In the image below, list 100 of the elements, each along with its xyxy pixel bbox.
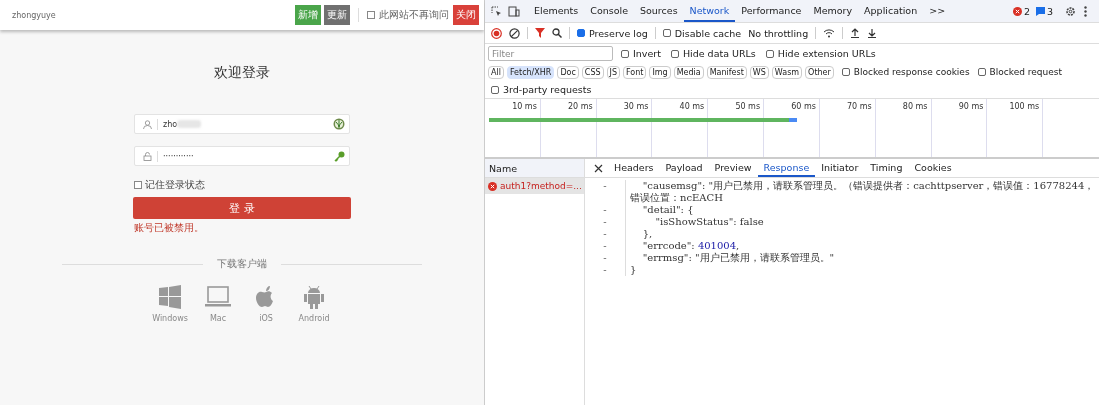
inspect-icon[interactable] (491, 5, 502, 17)
message-icon[interactable] (1035, 6, 1045, 16)
line-marker: - (602, 240, 608, 252)
close-button[interactable]: 关闭 (453, 5, 479, 25)
type-filter-chip[interactable]: Manifest (706, 65, 747, 79)
stop-recording-icon[interactable] (491, 27, 502, 39)
detail-tab[interactable]: Initiator (815, 159, 865, 177)
error-icon[interactable] (1012, 6, 1022, 16)
request-name: auth1?method=... (500, 181, 582, 191)
code-line: "isShowStatus": false (654, 216, 764, 227)
upload-icon[interactable] (850, 28, 861, 38)
checkbox-label: Blocked request (989, 67, 1062, 77)
checkbox-label: Hide data URLs (682, 48, 756, 59)
checkbox[interactable] (367, 11, 375, 19)
close-icon[interactable] (594, 163, 603, 173)
message-count: 3 (1046, 5, 1053, 17)
line-marker: - (602, 204, 608, 216)
leaf-badge-icon (333, 118, 345, 130)
checkbox[interactable] (577, 29, 585, 37)
panel-tab[interactable]: Console (584, 0, 634, 22)
time-tick: 30 ms (623, 102, 649, 111)
type-filter-chip[interactable]: Doc (557, 65, 579, 79)
checkbox-label: 3rd-party requests (503, 84, 592, 95)
checkbox[interactable] (621, 49, 629, 58)
clear-icon[interactable] (509, 27, 520, 39)
search-icon[interactable] (552, 28, 562, 38)
panel-tab[interactable]: Network (683, 0, 736, 22)
user-icon (143, 119, 152, 129)
windows-icon (158, 285, 182, 309)
wifi-settings-icon[interactable] (823, 28, 836, 38)
remember-label: 记住登录状态 (145, 178, 205, 192)
detail-tab[interactable]: Payload (659, 159, 709, 177)
time-tick: 10 ms (512, 102, 537, 111)
detail-tab[interactable]: Cookies (908, 159, 958, 177)
panel-tab[interactable]: Elements (528, 0, 585, 22)
detail-tab[interactable]: Preview (708, 159, 758, 177)
platform-label[interactable]: iOS (259, 314, 273, 323)
checkbox[interactable] (134, 181, 142, 189)
checkbox[interactable] (765, 49, 774, 58)
type-filter-chip[interactable]: Img (649, 65, 671, 79)
panel-tab[interactable]: Performance (735, 0, 808, 22)
time-tick: 70 ms (847, 102, 872, 111)
type-filter-chip[interactable]: JS (606, 65, 620, 79)
update-button[interactable]: 更新 (324, 5, 350, 25)
column-header: Name (485, 159, 584, 178)
time-tick: 60 ms (791, 102, 816, 111)
download-icon[interactable] (867, 28, 878, 38)
more-options-icon[interactable] (1084, 5, 1087, 17)
time-tick: 50 ms (735, 102, 761, 111)
login-title: 欢迎登录 (214, 64, 270, 82)
checkbox[interactable] (670, 49, 679, 58)
checkbox[interactable] (841, 68, 850, 76)
panel-tab[interactable]: Memory (807, 0, 859, 22)
request-row[interactable]: auth1?method=... (485, 178, 584, 194)
line-marker: - (602, 228, 608, 240)
type-filter-chip[interactable]: Other (805, 65, 834, 79)
type-filter-chip[interactable]: All (488, 65, 504, 79)
code-line: "errcode": 401004, (641, 240, 740, 251)
laptop-icon (205, 285, 231, 309)
download-heading: 下载客户端 (217, 257, 267, 271)
filter-icon[interactable] (535, 28, 545, 38)
type-filter-chip[interactable]: Wasm (771, 65, 803, 79)
type-filter-chip[interactable]: Fetch/XHR (506, 65, 555, 79)
error-message: 账号已被禁用。 (134, 221, 205, 235)
time-tick: 80 ms (902, 102, 928, 111)
checkbox[interactable] (491, 85, 499, 94)
type-filter-chip[interactable]: WS (749, 65, 769, 79)
checkbox[interactable] (977, 68, 986, 76)
type-filter-chip[interactable]: Font (623, 65, 647, 79)
throttling-dropdown[interactable]: No throttling (748, 27, 809, 39)
platform-label[interactable]: Mac (209, 314, 227, 323)
detail-tab[interactable]: Headers (608, 159, 660, 177)
username-field[interactable]: zho (134, 114, 350, 134)
device-icon[interactable] (508, 5, 520, 17)
detail-tab[interactable]: Response (757, 159, 816, 177)
line-marker: - (602, 180, 608, 193)
panel-tab[interactable]: Application (858, 0, 924, 22)
platform-label[interactable]: Android (298, 314, 330, 323)
line-marker: - (602, 216, 608, 228)
line-marker: - (602, 252, 608, 264)
type-filter-chip[interactable]: Media (673, 65, 704, 79)
filter-field[interactable]: Filter (488, 46, 613, 61)
settings-icon[interactable] (1065, 5, 1076, 17)
checkbox-label: Blocked response cookies (853, 67, 970, 77)
checkbox-label: Invert (633, 48, 661, 59)
checkbox-label: Disable cache (674, 27, 742, 39)
dont-ask-label: 此网站不再询问 (379, 8, 449, 22)
type-filter-chip[interactable]: CSS (581, 65, 604, 79)
panel-tab[interactable]: Sources (634, 0, 684, 22)
checkbox-label: Preserve log (589, 27, 648, 39)
key-icon (334, 150, 345, 162)
lock-icon (143, 151, 152, 161)
more-tabs-button[interactable]: >> (923, 0, 952, 22)
checkbox[interactable] (662, 29, 671, 37)
error-count: 2 (1023, 5, 1030, 17)
login-button[interactable]: 登 录 (133, 197, 351, 219)
code-line: "detail": { (641, 204, 694, 215)
time-tick: 20 ms (567, 102, 593, 111)
detail-tab[interactable]: Timing (864, 159, 909, 177)
password-field[interactable]: ············ (134, 146, 350, 166)
